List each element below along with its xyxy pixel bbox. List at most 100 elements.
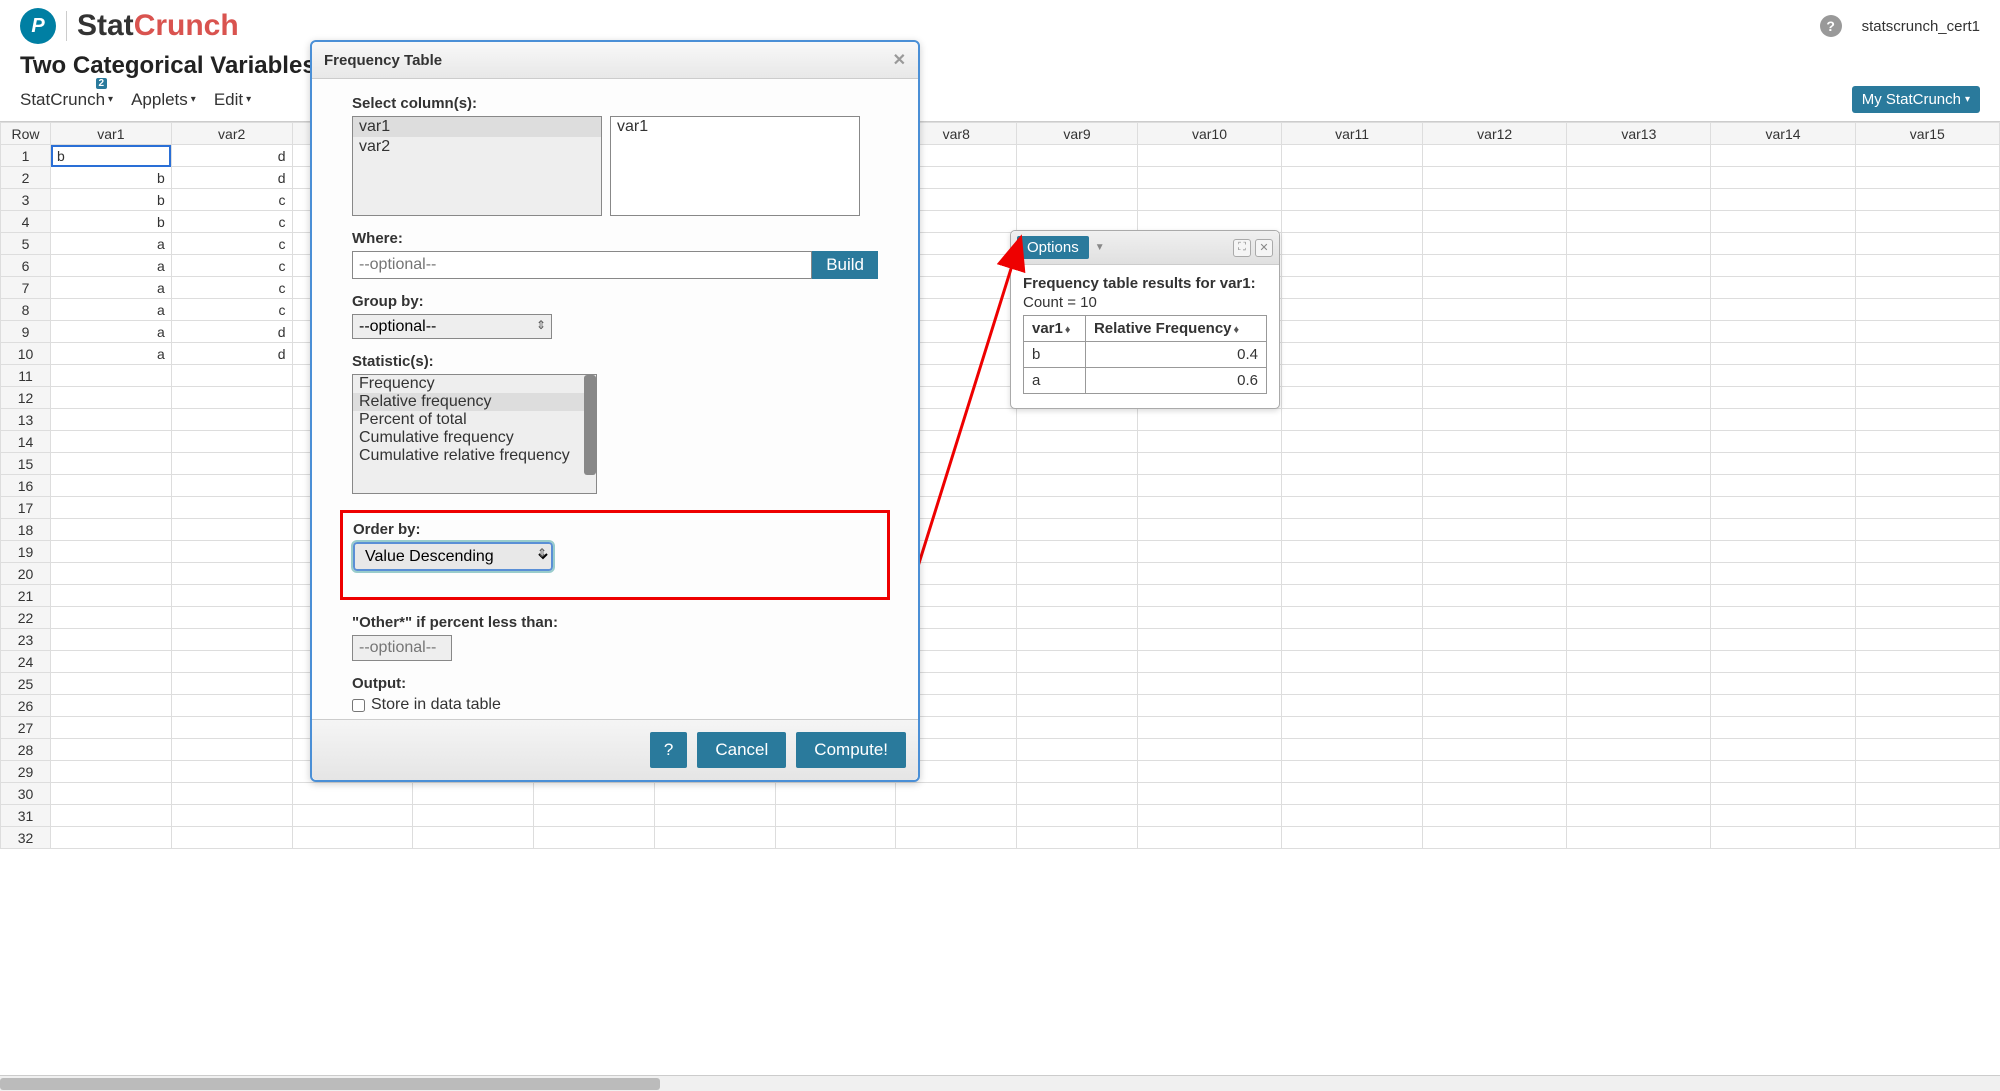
results-col-var[interactable]: var1♦: [1024, 316, 1086, 342]
cell[interactable]: [51, 629, 172, 651]
compute-button[interactable]: Compute!: [796, 732, 906, 768]
cell[interactable]: a: [51, 343, 172, 365]
cell[interactable]: [1137, 409, 1281, 431]
cell[interactable]: [171, 827, 292, 849]
row-number[interactable]: 22: [1, 607, 51, 629]
cell[interactable]: [1711, 453, 1855, 475]
cell[interactable]: [1567, 431, 1711, 453]
cell[interactable]: [1855, 365, 1999, 387]
cell[interactable]: [1711, 739, 1855, 761]
cell[interactable]: [1855, 805, 1999, 827]
cancel-button[interactable]: Cancel: [697, 732, 786, 768]
cell[interactable]: [1282, 365, 1423, 387]
cell[interactable]: [1711, 409, 1855, 431]
cell[interactable]: [1017, 541, 1138, 563]
cell[interactable]: [1282, 211, 1423, 233]
cell[interactable]: [1017, 805, 1138, 827]
cell[interactable]: [1567, 761, 1711, 783]
row-number[interactable]: 19: [1, 541, 51, 563]
cell[interactable]: [1017, 189, 1138, 211]
cell[interactable]: [654, 827, 775, 849]
cell[interactable]: [171, 695, 292, 717]
cell[interactable]: [171, 761, 292, 783]
cell[interactable]: [1423, 827, 1567, 849]
cell[interactable]: [1711, 805, 1855, 827]
results-col-freq[interactable]: Relative Frequency♦: [1085, 316, 1266, 342]
cell[interactable]: [1711, 563, 1855, 585]
listbox-item[interactable]: Percent of total: [353, 411, 596, 429]
row-number[interactable]: 13: [1, 409, 51, 431]
group-by-select[interactable]: --optional--: [352, 314, 552, 339]
order-by-select[interactable]: Value Descending: [353, 542, 553, 571]
row-number[interactable]: 20: [1, 563, 51, 585]
cell[interactable]: [1567, 409, 1711, 431]
row-number[interactable]: 21: [1, 585, 51, 607]
cell[interactable]: [1567, 475, 1711, 497]
cell[interactable]: [1423, 607, 1567, 629]
cell[interactable]: [51, 739, 172, 761]
cell[interactable]: [1711, 343, 1855, 365]
cell[interactable]: [1282, 717, 1423, 739]
cell[interactable]: [1855, 519, 1999, 541]
cell[interactable]: [1017, 761, 1138, 783]
cell[interactable]: [1567, 233, 1711, 255]
cell[interactable]: [654, 805, 775, 827]
cell[interactable]: [1282, 519, 1423, 541]
cell[interactable]: c: [171, 255, 292, 277]
build-button[interactable]: Build: [812, 251, 878, 279]
column-header[interactable]: var14: [1711, 123, 1855, 145]
cell[interactable]: [775, 827, 896, 849]
cell[interactable]: [51, 651, 172, 673]
dialog-help-button[interactable]: ?: [650, 732, 687, 768]
cell[interactable]: c: [171, 233, 292, 255]
cell[interactable]: [1711, 233, 1855, 255]
cell[interactable]: [1282, 321, 1423, 343]
cell[interactable]: [1567, 585, 1711, 607]
cell[interactable]: [51, 365, 172, 387]
column-header[interactable]: var2: [171, 123, 292, 145]
cell[interactable]: [1567, 365, 1711, 387]
cell[interactable]: [775, 805, 896, 827]
cell[interactable]: [1282, 233, 1423, 255]
cell[interactable]: [1137, 145, 1281, 167]
cell[interactable]: [1017, 717, 1138, 739]
cell[interactable]: [1855, 211, 1999, 233]
cell[interactable]: [1855, 761, 1999, 783]
row-number[interactable]: 18: [1, 519, 51, 541]
cell[interactable]: [1282, 541, 1423, 563]
cell[interactable]: [1711, 167, 1855, 189]
cell[interactable]: [1711, 629, 1855, 651]
cell[interactable]: [1282, 431, 1423, 453]
cell[interactable]: [1282, 343, 1423, 365]
row-number[interactable]: 8: [1, 299, 51, 321]
cell[interactable]: d: [171, 145, 292, 167]
cell[interactable]: [1017, 409, 1138, 431]
cell[interactable]: [51, 541, 172, 563]
cell[interactable]: [1017, 167, 1138, 189]
cell[interactable]: [1711, 321, 1855, 343]
cell[interactable]: [171, 453, 292, 475]
column-header[interactable]: var15: [1855, 123, 1999, 145]
cell[interactable]: c: [171, 189, 292, 211]
column-header[interactable]: var9: [1017, 123, 1138, 145]
cell[interactable]: [171, 387, 292, 409]
cell[interactable]: [1855, 167, 1999, 189]
cell[interactable]: [1282, 563, 1423, 585]
cell[interactable]: [1855, 563, 1999, 585]
cell[interactable]: [1567, 717, 1711, 739]
cell[interactable]: [1567, 673, 1711, 695]
cell[interactable]: [1423, 651, 1567, 673]
cell[interactable]: [1567, 277, 1711, 299]
cell[interactable]: [1711, 387, 1855, 409]
scrollbar[interactable]: [584, 375, 596, 475]
cell[interactable]: [1017, 475, 1138, 497]
cell[interactable]: [1423, 145, 1567, 167]
cell[interactable]: [1855, 651, 1999, 673]
row-number[interactable]: 26: [1, 695, 51, 717]
row-number[interactable]: 17: [1, 497, 51, 519]
available-columns-listbox[interactable]: var1var2: [352, 116, 602, 216]
cell[interactable]: b: [51, 189, 172, 211]
cell[interactable]: [1567, 343, 1711, 365]
cell[interactable]: [1711, 365, 1855, 387]
help-icon[interactable]: ?: [1820, 15, 1842, 37]
